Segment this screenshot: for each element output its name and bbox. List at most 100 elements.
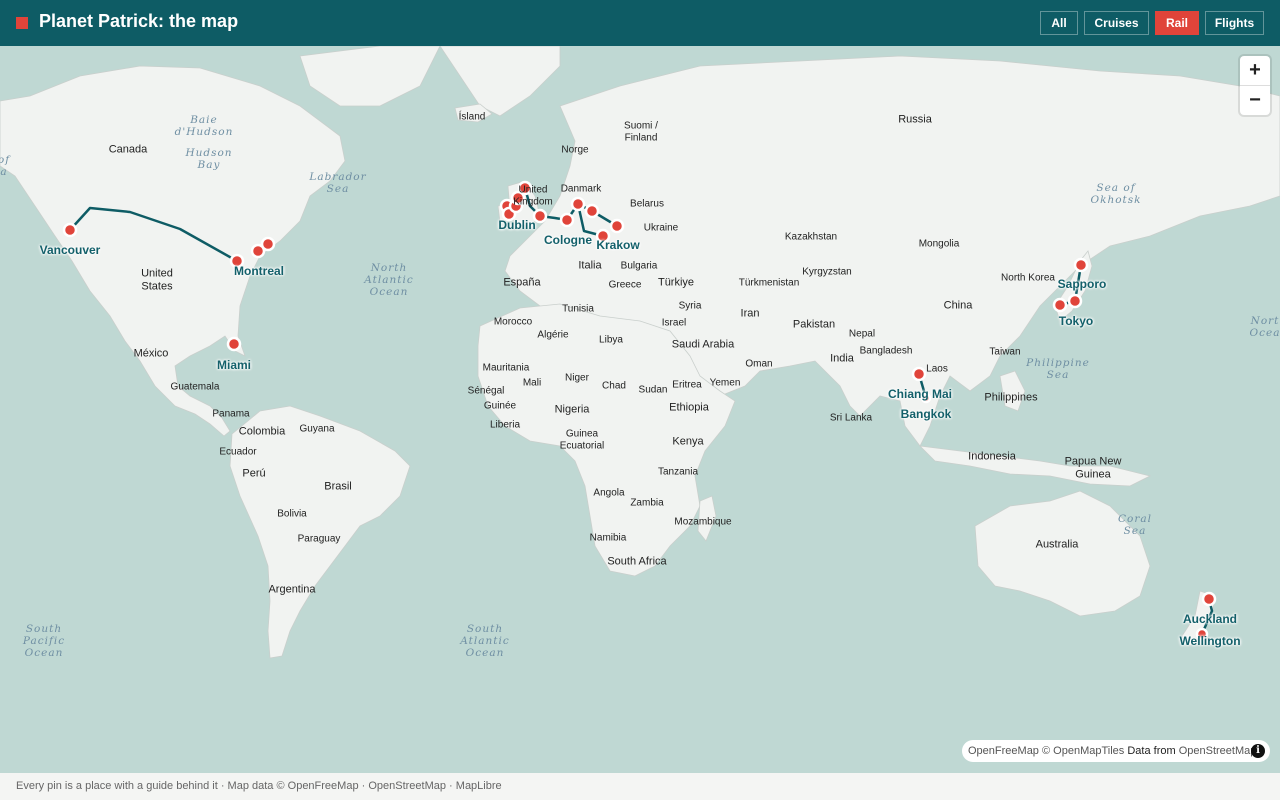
- label-nigeria: Nigeria: [554, 403, 590, 416]
- filter-cruises-button[interactable]: Cruises: [1084, 11, 1149, 35]
- attribution-text: OpenFreeMap © OpenMapTiles Data from Ope…: [968, 740, 1256, 762]
- attribution-osm-link[interactable]: OpenStreetMap: [1179, 745, 1257, 757]
- label-mozambique: Mozambique: [674, 516, 732, 528]
- city-chiang-mai[interactable]: Chiang Mai: [888, 387, 952, 401]
- label-israel: Israel: [661, 317, 687, 329]
- logo-square-icon: [16, 17, 28, 29]
- label-mongolia: Mongolia: [918, 238, 960, 250]
- filter-all-button[interactable]: All: [1040, 11, 1078, 35]
- label-labrador-sea: Labrador Sea: [309, 170, 367, 195]
- city-tokyo[interactable]: Tokyo: [1059, 314, 1093, 328]
- attribution-openfreemap-link[interactable]: OpenFreeMap: [968, 745, 1039, 757]
- label-mali: Mali: [522, 377, 542, 389]
- city-bangkok[interactable]: Bangkok: [901, 407, 952, 421]
- city-vancouver[interactable]: Vancouver: [40, 243, 101, 257]
- label-syria: Syria: [678, 300, 702, 312]
- label-greece: Greece: [608, 279, 642, 291]
- label-philippines: Philippines: [984, 391, 1038, 404]
- filter-flights-button[interactable]: Flights: [1205, 11, 1264, 35]
- label-tanzania: Tanzania: [657, 466, 699, 478]
- label-australia: Australia: [1035, 538, 1079, 551]
- label-bolivia: Bolivia: [277, 508, 307, 520]
- world-map[interactable]: Canada United States México Guatemala Pa…: [0, 46, 1280, 773]
- pin-quebec-b: [260, 236, 276, 252]
- label-south-atlantic: South Atlantic Ocean: [460, 622, 510, 660]
- label-oman: Oman: [745, 358, 773, 370]
- pin-warsaw: [609, 218, 625, 234]
- label-namibia: Namibia: [589, 532, 627, 544]
- label-nepal: Nepal: [848, 328, 876, 340]
- label-india: India: [830, 352, 854, 365]
- page-footer: Every pin is a place with a guide behind…: [0, 773, 1280, 800]
- city-montreal[interactable]: Montreal: [234, 264, 284, 278]
- city-sapporo[interactable]: Sapporo: [1058, 277, 1107, 291]
- label-laos: Laos: [926, 363, 948, 375]
- label-morocco: Morocco: [493, 316, 533, 328]
- label-colombia: Colombia: [238, 425, 286, 438]
- label-united-states: United States: [141, 267, 173, 292]
- label-indonesia: Indonesia: [968, 450, 1016, 463]
- label-argentina: Argentina: [268, 583, 316, 596]
- attribution-data-from: Data from: [1127, 745, 1176, 757]
- label-eritrea: Eritrea: [672, 379, 702, 391]
- city-krakow[interactable]: Krakow: [596, 238, 639, 252]
- footer-text: Every pin is a place with a guide behind…: [16, 780, 502, 792]
- label-iran: Iran: [740, 307, 760, 320]
- label-taiwan: Taiwan: [989, 346, 1021, 358]
- label-sudan: Sudan: [638, 384, 668, 396]
- label-papua-new-guinea: Papua New Guinea: [1064, 455, 1122, 480]
- info-icon[interactable]: i: [1251, 744, 1265, 758]
- label-turkmenistan: Türkmenistan: [738, 277, 800, 289]
- label-south-africa: South Africa: [607, 555, 667, 568]
- label-russia: Russia: [898, 113, 932, 126]
- label-hudson-bay: Hudson Bay: [185, 146, 233, 171]
- label-italia: Italia: [578, 259, 602, 272]
- label-angola: Angola: [593, 487, 625, 499]
- label-south-pacific: South Pacific Ocean: [22, 622, 66, 660]
- pin-miami: [226, 336, 242, 352]
- label-united-kingdom: United Kingdom: [513, 184, 553, 208]
- label-norge: Norge: [561, 144, 589, 156]
- label-guinee: Guinée: [483, 400, 517, 412]
- label-senegal: Sénégal: [467, 385, 505, 397]
- label-mauritania: Mauritania: [482, 362, 530, 374]
- label-ecuador: Ecuador: [219, 446, 257, 458]
- label-yemen: Yemen: [709, 377, 741, 389]
- label-tunisia: Tunisia: [562, 303, 594, 315]
- label-danmark: Danmark: [560, 183, 602, 195]
- land-south-america: [229, 405, 411, 659]
- city-miami[interactable]: Miami: [217, 358, 251, 372]
- zoom-out-button[interactable]: −: [1240, 86, 1270, 115]
- label-baie-dhudson: Baie d'Hudson: [174, 113, 234, 138]
- label-suomi: Suomi / Finland: [624, 120, 658, 144]
- label-sri-lanka: Sri Lanka: [829, 412, 873, 424]
- zoom-in-button[interactable]: +: [1240, 56, 1270, 85]
- pin-berlin: [570, 196, 586, 212]
- label-mexico: México: [133, 347, 169, 360]
- label-turkiye: Türkiye: [657, 276, 695, 289]
- attribution-openmaptiles-link[interactable]: © OpenMapTiles: [1042, 745, 1124, 757]
- app-header: Planet Patrick: the map All Cruises Rail…: [0, 0, 1280, 46]
- city-wellington[interactable]: Wellington: [1179, 634, 1240, 648]
- city-cologne[interactable]: Cologne: [544, 233, 592, 247]
- city-auckland[interactable]: Auckland: [1183, 612, 1237, 626]
- label-sea-of-okhotsk: Sea of Okhotsk: [1090, 181, 1142, 206]
- label-kazakhstan: Kazakhstan: [784, 231, 838, 243]
- label-libya: Libya: [599, 334, 623, 346]
- pin-auckland: [1201, 591, 1217, 607]
- pin-tokyo-a: [1067, 293, 1083, 309]
- pin-cologne: [559, 212, 575, 228]
- label-north-atlantic: North Atlantic Ocean: [364, 261, 414, 299]
- map-attribution: OpenFreeMap © OpenMapTiles Data from Ope…: [962, 740, 1270, 762]
- label-north-pacific: Nort Ocea: [1249, 314, 1280, 339]
- land-australia: [974, 490, 1151, 617]
- label-panama: Panama: [212, 408, 250, 420]
- filter-rail-button[interactable]: Rail: [1155, 11, 1199, 35]
- pin-london: [532, 208, 548, 224]
- pin-chiang-mai: [911, 366, 927, 382]
- pin-sapporo: [1073, 257, 1089, 273]
- city-dublin[interactable]: Dublin: [498, 218, 535, 232]
- label-canada: Canada: [108, 143, 148, 156]
- label-west-edge: of a: [0, 153, 11, 178]
- label-paraguay: Paraguay: [297, 533, 341, 545]
